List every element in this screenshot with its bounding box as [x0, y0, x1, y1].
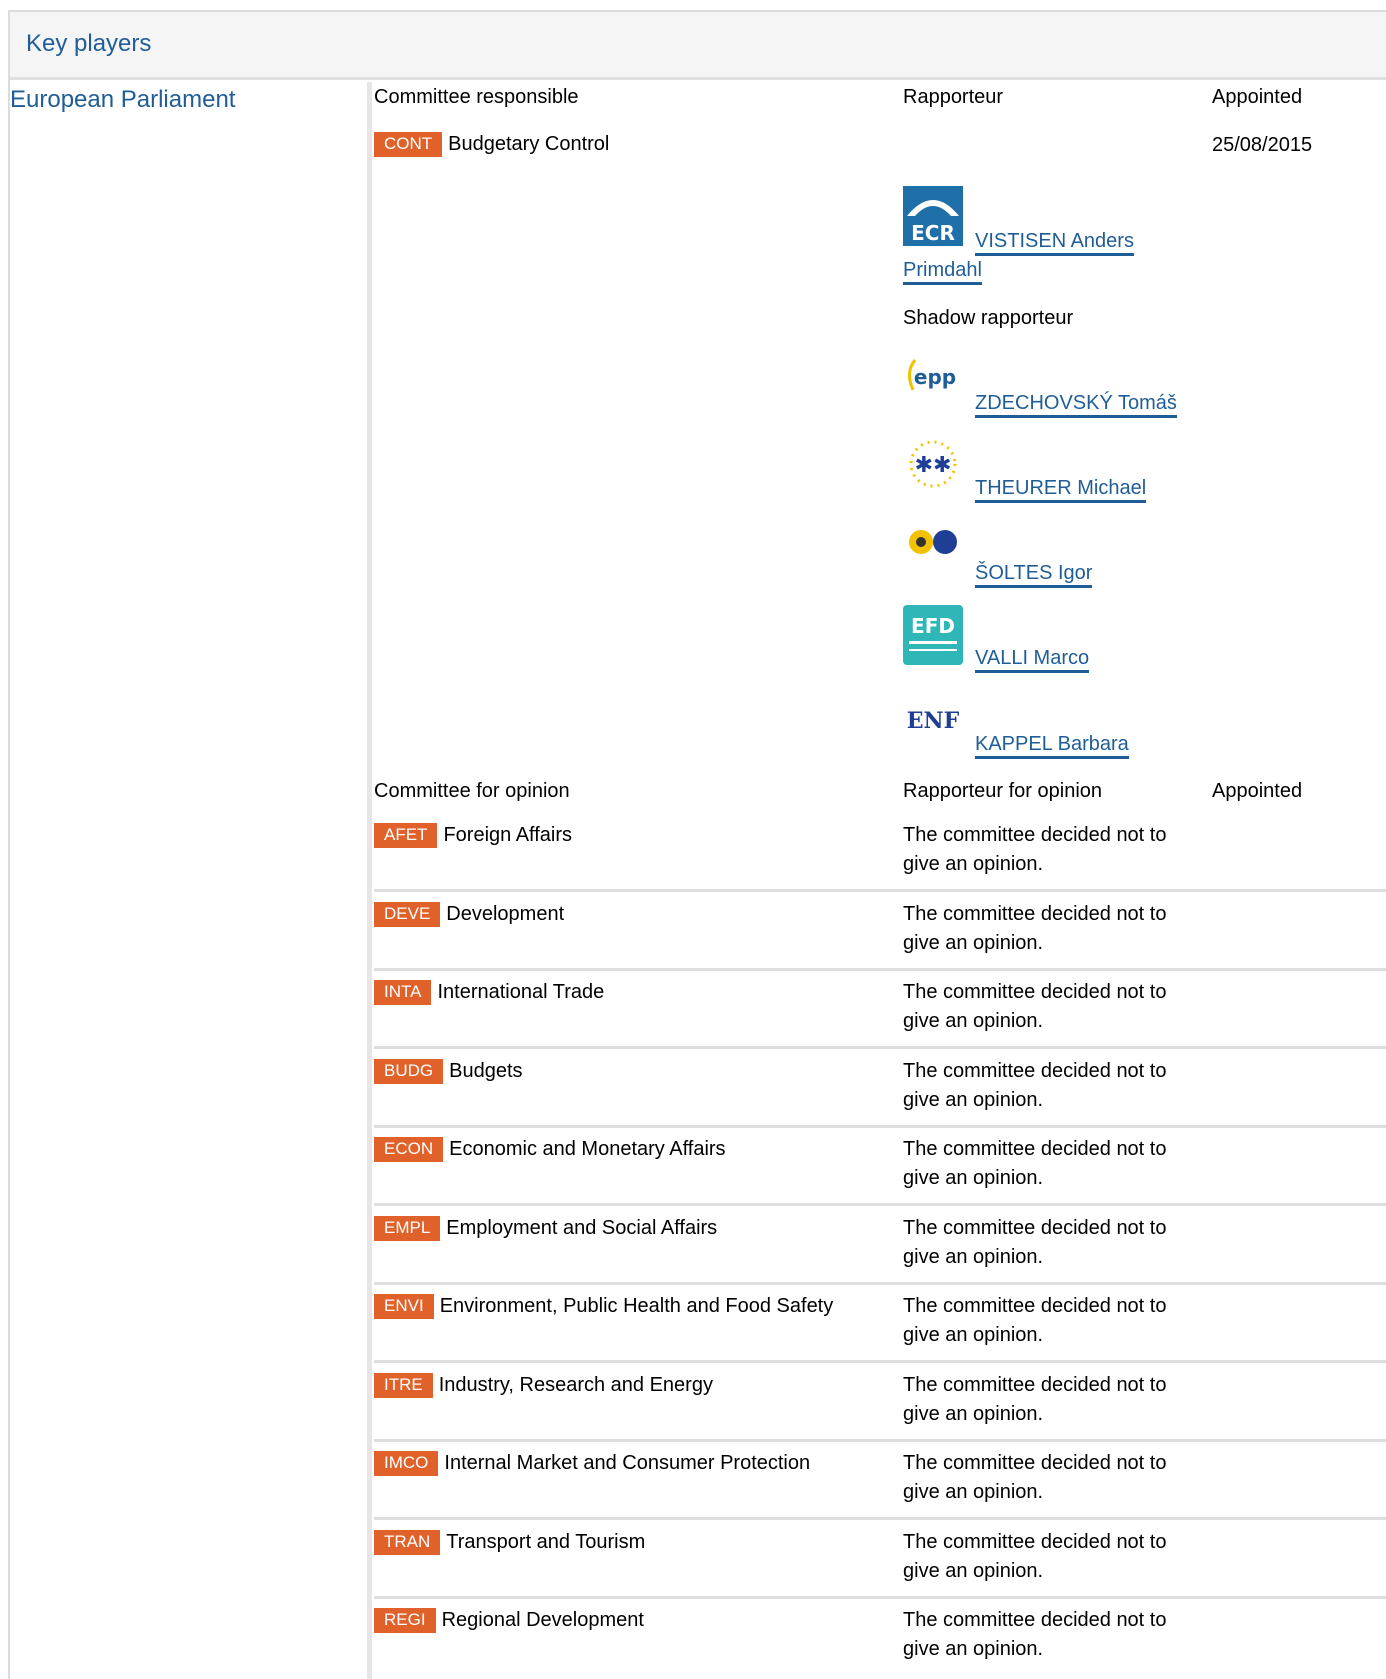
- committee-name: Economic and Monetary Affairs: [449, 1138, 726, 1160]
- shadow-rapporteur-link[interactable]: THEURER Michael: [975, 477, 1147, 503]
- shadow-rapporteur-link[interactable]: VALLI Marco: [975, 647, 1090, 673]
- committee-name: Foreign Affairs: [443, 824, 573, 846]
- row-divider: [374, 1203, 1386, 1206]
- col-header-committee: Committee responsible: [374, 86, 579, 108]
- shadow-rapporteur[interactable]: VALLI Marco: [975, 647, 1090, 673]
- rapporteur-link-cont[interactable]: Primdahl: [903, 259, 982, 285]
- committee-name: Regional Development: [441, 1609, 644, 1631]
- row-divider: [374, 1282, 1386, 1285]
- opinion-note: The committee decided not to give an opi…: [903, 824, 1167, 875]
- row-divider: [374, 1596, 1386, 1599]
- opinion-note: The committee decided not to give an opi…: [903, 1531, 1167, 1582]
- committee-code-badge: IMCO: [374, 1451, 439, 1476]
- opinion-note: The committee decided not to give an opi…: [903, 903, 1167, 954]
- committee-code-badge: BUDG: [374, 1059, 444, 1084]
- committee-code-badge: REGI: [374, 1608, 436, 1633]
- committee-name: Internal Market and Consumer Protection: [444, 1452, 811, 1474]
- opinion-note: The committee decided not to give an opi…: [903, 981, 1167, 1032]
- section-title: Key players: [26, 30, 152, 57]
- svg-text:epp: epp: [914, 365, 956, 389]
- row-divider: [374, 1125, 1386, 1128]
- opinion-committee: BUDG Budgets: [374, 1059, 523, 1084]
- committee-code-badge: ITRE: [374, 1373, 433, 1398]
- opinion-committee: REGI Regional Development: [374, 1608, 644, 1633]
- rapporteur-link[interactable]: VISTISEN Anders: [975, 230, 1134, 256]
- shadow-rapporteur[interactable]: ŠOLTES Igor: [975, 562, 1093, 588]
- row-divider: [374, 1439, 1386, 1442]
- opinion-note: The committee decided not to give an opi…: [903, 1217, 1167, 1268]
- committee-name: Industry, Research and Energy: [438, 1374, 713, 1396]
- ecr-group-logo: ECR: [903, 186, 963, 246]
- opinion-col-header-appointed: Appointed: [1212, 780, 1303, 802]
- committee-code-badge: ENVI: [374, 1294, 434, 1319]
- committee-name: International Trade: [437, 981, 605, 1003]
- committee-name: Budgets: [449, 1060, 523, 1082]
- opinion-note: The committee decided not to give an opi…: [903, 1609, 1167, 1660]
- opinion-committee: ECON Economic and Monetary Affairs: [374, 1137, 726, 1162]
- row-divider: [374, 889, 1386, 892]
- opinion-committee: DEVE Development: [374, 902, 564, 927]
- opinion-committee: ENVI Environment, Public Health and Food …: [374, 1294, 833, 1319]
- institution-label: European Parliament: [10, 86, 236, 113]
- svg-text:ECR: ECR: [911, 221, 955, 245]
- section-header: Key players: [10, 12, 1386, 80]
- rapporteur[interactable]: VISTISEN Anders: [975, 230, 1134, 256]
- opinion-note: The committee decided not to give an opi…: [903, 1138, 1167, 1189]
- committee-responsible: CONT Budgetary Control: [374, 132, 609, 157]
- opinion-note: The committee decided not to give an opi…: [903, 1452, 1167, 1503]
- committee-name: Employment and Social Affairs: [446, 1217, 718, 1239]
- enf-group-logo: ENF: [903, 690, 963, 750]
- shadow-rapporteur[interactable]: ZDECHOVSKÝ Tomáš: [975, 392, 1177, 418]
- row-divider: [374, 1046, 1386, 1049]
- opinion-note: The committee decided not to give an opi…: [903, 1295, 1167, 1346]
- committee-code-badge: AFET: [374, 823, 438, 848]
- svg-text:EFD: EFD: [911, 614, 955, 638]
- committee-code-badge: TRAN: [374, 1530, 441, 1555]
- col-header-rapporteur: Rapporteur: [903, 86, 1004, 108]
- opinion-col-header-rapporteur: Rapporteur for opinion: [903, 780, 1103, 802]
- row-divider: [374, 1517, 1386, 1520]
- opinion-col-header-committee: Committee for opinion: [374, 780, 570, 802]
- committee-code-badge: EMPL: [374, 1216, 441, 1241]
- col-header-appointed: Appointed: [1212, 86, 1303, 108]
- opinion-note: The committee decided not to give an opi…: [903, 1060, 1167, 1111]
- opinion-committee: AFET Foreign Affairs: [374, 823, 572, 848]
- shadow-rapporteur-label: Shadow rapporteur: [903, 307, 1074, 329]
- row-divider: [374, 1360, 1386, 1363]
- committee-code-badge: DEVE: [374, 902, 441, 927]
- shadow-rapporteur[interactable]: KAPPEL Barbara: [975, 733, 1129, 759]
- efdd-group-logo: EFD: [903, 605, 963, 665]
- opinion-committee: IMCO Internal Market and Consumer Protect…: [374, 1451, 810, 1476]
- committee-code-badge: CONT: [374, 132, 443, 157]
- row-divider: [374, 968, 1386, 971]
- appointed-date: 25/08/2015: [1212, 134, 1313, 156]
- committee-name: Budgetary Control: [448, 133, 610, 155]
- opinion-committee: INTA International Trade: [374, 980, 604, 1005]
- rapporteur-cont[interactable]: Primdahl: [903, 259, 982, 285]
- shadow-rapporteur-link[interactable]: ZDECHOVSKÝ Tomáš: [975, 392, 1177, 418]
- column-divider: [367, 82, 372, 1679]
- committee-name: Environment, Public Health and Food Safe…: [439, 1295, 834, 1317]
- epp-group-logo: epp: [903, 350, 963, 410]
- committee-name: Transport and Tourism: [446, 1531, 646, 1553]
- shadow-rapporteur-link[interactable]: KAPPEL Barbara: [975, 733, 1129, 759]
- committee-code-badge: ECON: [374, 1137, 444, 1162]
- greens-efa-group-logo: [903, 520, 963, 580]
- opinion-committee: EMPL Employment and Social Affairs: [374, 1216, 717, 1241]
- committee-name: Development: [446, 903, 565, 925]
- svg-text:ENF: ENF: [907, 708, 960, 734]
- shadow-rapporteur-link[interactable]: ŠOLTES Igor: [975, 562, 1093, 588]
- opinion-committee: TRAN Transport and Tourism: [374, 1530, 645, 1555]
- committee-code-badge: INTA: [374, 980, 432, 1005]
- svg-text:✱✱: ✱✱: [915, 453, 952, 478]
- alde-group-logo: ✱✱: [903, 434, 963, 494]
- shadow-rapporteur[interactable]: THEURER Michael: [975, 477, 1147, 503]
- opinion-note: The committee decided not to give an opi…: [903, 1374, 1167, 1425]
- opinion-committee: ITRE Industry, Research and Energy: [374, 1373, 713, 1398]
